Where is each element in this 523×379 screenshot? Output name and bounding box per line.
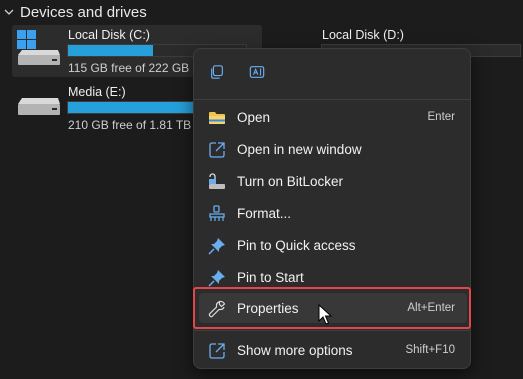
drive-usage-fill	[68, 45, 154, 56]
rename-button[interactable]	[246, 61, 268, 83]
folder-open-icon	[209, 112, 225, 124]
windows-drive-icon	[17, 30, 60, 65]
show-more-options-icon	[209, 343, 225, 359]
quick-actions-row	[194, 49, 470, 95]
section-title: Devices and drives	[20, 3, 147, 21]
menu-item-label: Pin to Start	[237, 269, 304, 285]
drive-free-space: 210 GB free of 1.81 TB	[68, 118, 192, 132]
menu-item-label: Turn on BitLocker	[237, 173, 344, 189]
drive-free-space: 115 GB free of 222 GB	[68, 61, 190, 75]
menu-item-label: Open in new window	[237, 141, 362, 157]
menu-item-turn-on-bitlocker[interactable]: Turn on BitLocker	[199, 166, 467, 196]
menu-item-show-more-options[interactable]: Show more options Shift+F10	[199, 335, 467, 365]
menu-item-shortcut: Enter	[427, 111, 456, 123]
menu-item-pin-to-quick-access[interactable]: Pin to Quick access	[199, 230, 467, 260]
drive-icon	[18, 98, 60, 115]
drive-name: Local Disk (C:)	[68, 28, 150, 42]
menu-item-open-in-new-window[interactable]: Open in new window	[199, 134, 467, 164]
copy-button[interactable]	[206, 61, 228, 83]
open-new-window-icon	[209, 142, 225, 158]
chevron-down-icon	[4, 9, 14, 15]
copy-icon	[211, 65, 223, 79]
rename-icon	[249, 66, 265, 78]
menu-item-open[interactable]: Open Enter	[199, 102, 467, 132]
pin-icon	[208, 270, 225, 287]
menu-separator	[194, 330, 470, 331]
drive-name: Local Disk (D:)	[322, 28, 404, 42]
menu-item-label: Pin to Quick access	[237, 237, 356, 253]
menu-separator	[194, 99, 470, 100]
mouse-cursor-icon	[318, 304, 332, 325]
format-icon	[209, 205, 225, 221]
menu-item-format[interactable]: Format...	[199, 198, 467, 228]
properties-highlight-box	[193, 287, 471, 329]
menu-item-label: Open	[237, 109, 271, 125]
devices-and-drives-header[interactable]: Devices and drives	[0, 0, 147, 24]
bitlocker-icon	[209, 173, 225, 189]
pin-icon	[208, 238, 225, 255]
drive-name: Media (E:)	[68, 85, 126, 99]
menu-item-shortcut: Shift+F10	[405, 344, 455, 356]
menu-item-label: Show more options	[237, 342, 353, 358]
menu-item-label: Format...	[237, 205, 292, 221]
